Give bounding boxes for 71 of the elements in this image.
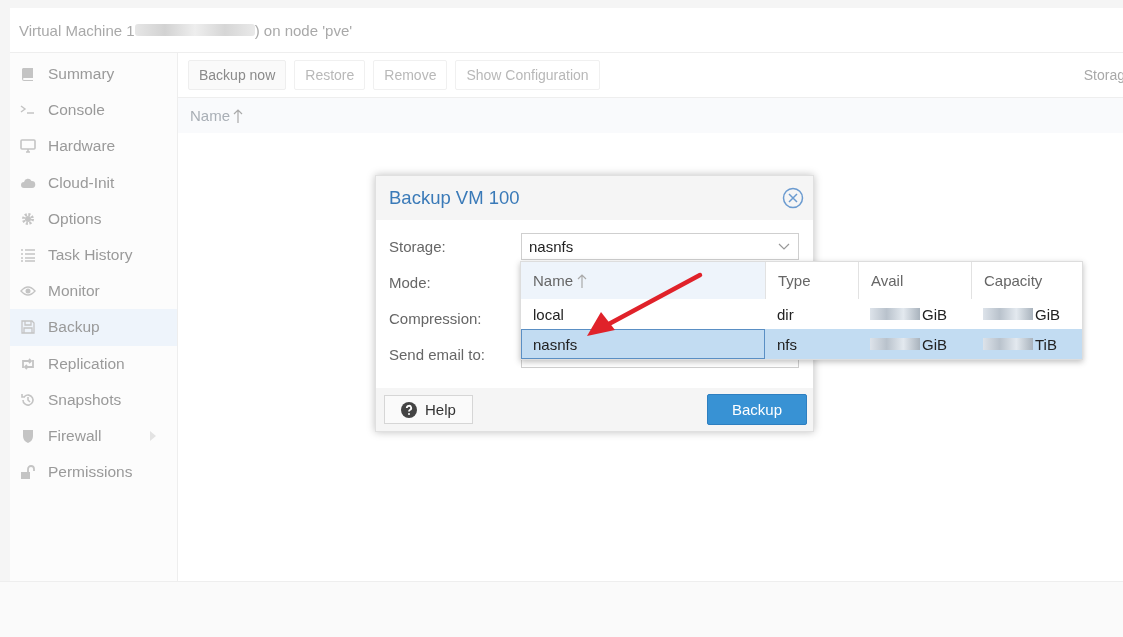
list-icon xyxy=(20,247,36,264)
column-label: Name xyxy=(533,272,573,289)
sidebar-item-label: Options xyxy=(48,209,102,228)
sidebar-item-label: Console xyxy=(48,101,105,120)
input-field[interactable]: nasnfs xyxy=(521,233,799,260)
sidebar-item[interactable]: Summary xyxy=(10,56,177,93)
sidebar-item-label: Backup xyxy=(48,318,100,337)
column-header[interactable]: Name xyxy=(521,262,765,299)
window-title: ) on node 'pve' xyxy=(254,21,353,39)
storage-row[interactable]: nasnfs nfs GiB TiB xyxy=(521,329,1082,359)
table-cell: nfs xyxy=(777,335,797,353)
table-cell: GiB xyxy=(922,305,947,323)
dialog-title: Backup VM 100 xyxy=(389,187,520,209)
unlock-icon xyxy=(20,464,36,481)
sidebar-item-label: Hardware xyxy=(48,137,116,156)
table-cell: dir xyxy=(777,305,794,323)
sidebar-item-label: Cloud-Init xyxy=(48,173,115,192)
sidebar-item[interactable]: Task History xyxy=(10,236,177,274)
column-label: Name xyxy=(190,107,230,124)
window-title: Virtual Machine 1 xyxy=(19,21,135,39)
column-label: Capacity xyxy=(984,272,1043,289)
gear-icon xyxy=(20,210,36,227)
redacted-block xyxy=(870,308,920,320)
sidebar-item[interactable]: Permissions xyxy=(10,454,177,491)
field-label: Send email to: xyxy=(389,346,486,363)
sidebar-item[interactable]: Monitor xyxy=(10,273,177,310)
storage-row[interactable]: local dir GiB GiB xyxy=(521,299,1082,329)
sidebar-item-label: Snapshots xyxy=(48,390,122,409)
table-cell: nasnfs xyxy=(533,335,578,353)
column-header[interactable]: Capacity xyxy=(971,262,1082,299)
sidebar-item[interactable]: Hardware xyxy=(10,128,177,165)
backup-button[interactable]: Backup xyxy=(706,394,807,425)
help-icon xyxy=(401,401,417,418)
field-label: Compression: xyxy=(389,310,483,327)
sidebar-item[interactable]: Replication xyxy=(10,345,177,382)
shield-icon xyxy=(20,427,36,444)
help-button[interactable]: Help xyxy=(384,395,473,424)
column-label: Type xyxy=(778,272,811,289)
field-label: Storage: xyxy=(389,238,447,255)
sidebar-item[interactable]: Cloud-Init xyxy=(10,164,177,201)
table-cell: GiB xyxy=(1035,305,1060,323)
sidebar-item[interactable]: Options xyxy=(10,200,177,237)
redacted-block xyxy=(983,308,1033,320)
redacted-block xyxy=(983,338,1033,350)
table-cell: GiB xyxy=(922,335,947,353)
toolbar-button[interactable]: Backup now xyxy=(188,60,287,90)
monitor-icon xyxy=(20,138,36,155)
column-label: Avail xyxy=(871,272,904,289)
retweet-icon xyxy=(20,355,36,372)
floppy-icon xyxy=(20,319,36,336)
sidebar-item-label: Permissions xyxy=(48,463,133,482)
table-cell: local xyxy=(533,305,564,323)
sidebar-item[interactable]: Console xyxy=(10,92,177,129)
column-header[interactable]: Avail xyxy=(858,262,971,299)
column-header[interactable]: Name xyxy=(178,98,1123,133)
sidebar-item-label: Replication xyxy=(48,354,125,373)
sidebar-item[interactable]: Firewall xyxy=(10,417,177,455)
sidebar-item-label: Monitor xyxy=(48,282,100,301)
sidebar-item-label: Task History xyxy=(48,246,133,265)
field-label: Mode: xyxy=(389,274,432,291)
sidebar-item-label: Summary xyxy=(48,65,115,84)
close-icon[interactable] xyxy=(782,187,804,209)
history-icon xyxy=(20,391,36,408)
table-cell: TiB xyxy=(1035,335,1057,353)
column-header[interactable]: Type xyxy=(765,262,858,299)
sidebar-item-label: Firewall xyxy=(48,426,102,445)
redacted-block xyxy=(870,338,920,350)
sidebar-item[interactable]: Snapshots xyxy=(10,381,177,418)
dropdown-icon xyxy=(778,242,790,251)
book-icon xyxy=(20,66,36,83)
sidebar-item[interactable]: Backup xyxy=(10,309,177,346)
